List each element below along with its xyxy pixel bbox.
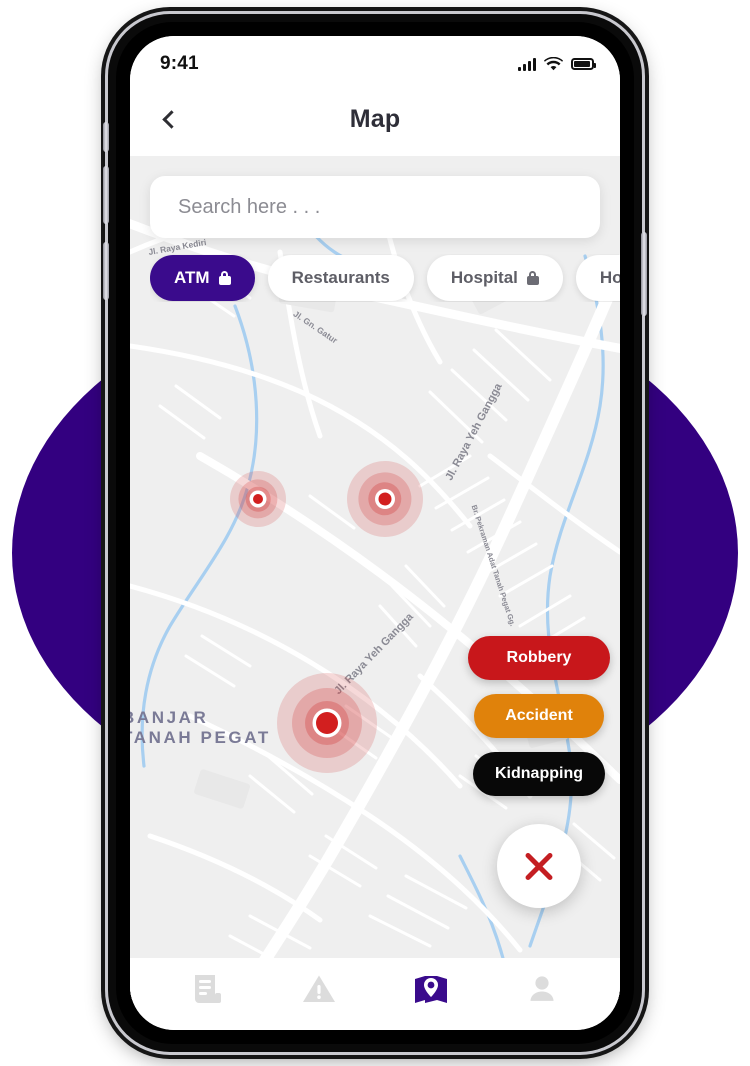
report-kidnapping-button[interactable]: Kidnapping <box>473 752 605 796</box>
map-pin-icon <box>414 976 447 1003</box>
wifi-icon <box>544 57 563 71</box>
marker-core <box>378 492 392 506</box>
chip-label: Restaurants <box>291 268 390 287</box>
marker-core <box>253 494 263 504</box>
search-bar[interactable] <box>150 176 600 238</box>
close-x-icon <box>522 849 556 883</box>
incident-marker[interactable] <box>277 673 377 773</box>
report-accident-button[interactable]: Accident <box>474 694 604 738</box>
news-document-icon <box>194 975 221 1003</box>
chip-label: ATM <box>174 268 210 287</box>
report-actions: Robbery Accident Kidnapping <box>468 636 610 908</box>
nav-item-map[interactable] <box>402 966 460 1012</box>
status-icons <box>517 57 596 71</box>
phone-screen: Jl. Raya Kediri Jl. Gn. Gatur Jl. Raya Y… <box>130 36 620 1030</box>
search-input[interactable] <box>178 195 572 219</box>
status-time: 9:41 <box>160 53 199 74</box>
chip-restaurants[interactable]: Restaurants <box>267 255 414 301</box>
battery-icon <box>571 58 596 70</box>
app-header: Map <box>130 82 620 156</box>
category-chips[interactable]: ATM Restaurants Hospital Hotel <box>150 254 620 302</box>
chip-label: Hotel <box>599 268 620 287</box>
report-robbery-button[interactable]: Robbery <box>468 636 610 680</box>
bottom-nav <box>130 958 620 1030</box>
marker-core <box>316 712 338 734</box>
status-bar: 9:41 <box>130 36 620 82</box>
volume-up-button[interactable] <box>103 166 109 224</box>
volume-down-button[interactable] <box>103 242 109 300</box>
lock-icon <box>526 271 539 285</box>
place-label-line1: BANJAR <box>130 708 209 727</box>
close-fab-button[interactable] <box>497 824 581 908</box>
place-label-line2: TANAH PEGAT <box>130 728 271 748</box>
place-label: BANJAR TANAH PEGAT <box>130 708 271 748</box>
signal-bars-icon <box>517 57 536 71</box>
power-button[interactable] <box>641 232 647 316</box>
warning-triangle-icon <box>303 975 336 1002</box>
profile-person-icon <box>530 976 554 1001</box>
page-title: Map <box>349 104 401 133</box>
phone-device: Jl. Raya Kediri Jl. Gn. Gatur Jl. Raya Y… <box>103 14 647 1052</box>
chip-hotel[interactable]: Hotel <box>575 255 620 301</box>
chip-label: Hospital <box>450 268 518 287</box>
nav-item-news[interactable] <box>179 966 237 1012</box>
mute-switch[interactable] <box>103 122 109 152</box>
lock-icon <box>218 271 231 285</box>
incident-marker[interactable] <box>230 471 286 527</box>
incident-marker[interactable] <box>347 461 423 537</box>
nav-item-profile[interactable] <box>513 966 571 1012</box>
chip-hospital[interactable]: Hospital <box>426 255 563 301</box>
chip-atm[interactable]: ATM <box>150 255 255 301</box>
nav-item-alerts[interactable] <box>290 966 348 1012</box>
